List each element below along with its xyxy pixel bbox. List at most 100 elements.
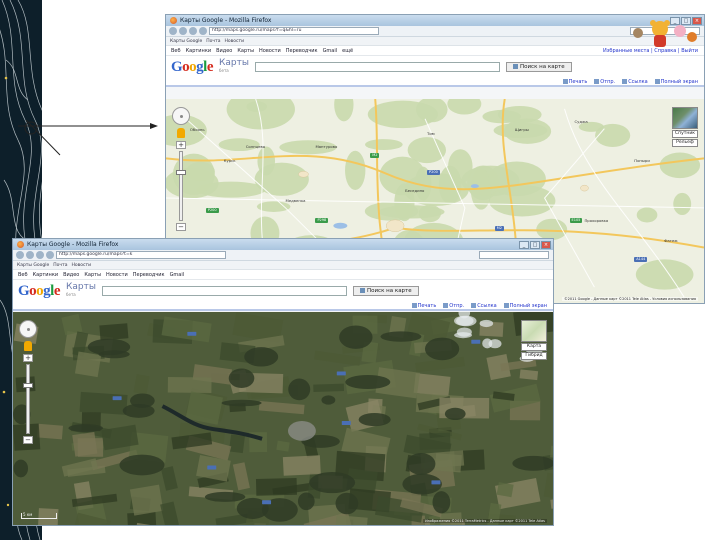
bookmark-item[interactable]: Почта [206, 39, 220, 44]
link-link[interactable]: Ссылка [622, 78, 648, 85]
reload-icon[interactable] [189, 27, 197, 35]
send-link[interactable]: Отпр. [594, 78, 615, 85]
menu-item[interactable]: Gmail [170, 272, 185, 278]
town-area [580, 184, 589, 192]
map-place-label: Фатеж [664, 237, 678, 243]
google-logo[interactable]: Google [18, 283, 61, 300]
menu-item[interactable]: Новости [106, 272, 128, 278]
bookmark-item[interactable]: Новости [224, 39, 244, 44]
fullscreen-link[interactable]: Полный экран [654, 78, 698, 85]
satellite-thumbnail[interactable] [672, 107, 698, 129]
bookmark-item[interactable]: Карты Google [170, 39, 202, 44]
zoom-slider-knob[interactable] [23, 383, 33, 388]
zoom-slider-knob[interactable] [176, 170, 186, 175]
field-patch [99, 323, 129, 341]
bookmark-item[interactable]: Почта [53, 263, 67, 268]
satellite-tiles [13, 312, 553, 525]
fullscreen-link[interactable]: Полный экран [503, 302, 547, 309]
forest-area [87, 338, 131, 356]
map-copyright[interactable]: Изображения ©2011 TerraMetrics - Данные … [423, 519, 547, 523]
close-button[interactable]: × [541, 240, 551, 249]
forest-area [407, 137, 447, 164]
menu-item[interactable]: Картинки [33, 272, 59, 278]
bookmark-item[interactable]: Новости [71, 263, 91, 268]
menu-item[interactable]: Картинки [186, 48, 212, 54]
field-patch [519, 369, 539, 381]
road-shield [112, 396, 122, 401]
bookmark-item[interactable]: Карты Google [17, 263, 49, 268]
print-link[interactable]: Печать [411, 302, 436, 309]
forward-icon[interactable] [179, 27, 187, 35]
pan-control[interactable] [172, 107, 190, 125]
zoom-in-button[interactable]: + [176, 141, 186, 149]
home-icon[interactable] [46, 251, 54, 259]
pegman-icon[interactable] [24, 341, 32, 351]
map-type-map-button[interactable]: Карта [521, 343, 547, 351]
print-icon [562, 78, 568, 84]
home-icon[interactable] [199, 27, 207, 35]
map-actions-bar: Печать Отпр. Ссылка Полный экран [13, 302, 553, 311]
pan-control[interactable] [19, 320, 37, 338]
field-patch [496, 482, 514, 498]
zoom-out-button[interactable]: − [176, 223, 186, 231]
reload-icon[interactable] [36, 251, 44, 259]
link-link[interactable]: Ссылка [471, 302, 497, 309]
menu-item[interactable]: Карты [237, 48, 254, 54]
map-type-terrain-button[interactable]: Рельеф [672, 139, 698, 147]
address-bar[interactable]: http://maps.google.ru/maps?f=q&hl=ru [209, 27, 379, 35]
menu-item[interactable]: Переводчик [133, 272, 165, 278]
map-copyright[interactable]: ©2011 Google - Данные карт ©2011 Tele At… [562, 297, 698, 301]
map-type-satellite-button[interactable]: Спутник [672, 130, 698, 138]
menu-item[interactable]: Видео [63, 272, 79, 278]
menu-item[interactable]: Карты [84, 272, 101, 278]
field-patch [72, 432, 98, 457]
road-shield: P298 [315, 217, 329, 223]
menu-item[interactable]: Видео [216, 48, 232, 54]
search-maps-button[interactable]: Поиск на карте [352, 286, 419, 296]
send-link[interactable]: Отпр. [443, 302, 464, 309]
menu-item[interactable]: Новости [259, 48, 281, 54]
map-type-hybrid-button[interactable]: Гибрид [521, 352, 547, 360]
link-icon [471, 302, 477, 308]
menu-item[interactable]: Gmail [323, 48, 338, 54]
field-patch [167, 376, 212, 393]
forest-area [512, 455, 553, 471]
browser-search-input[interactable] [479, 251, 549, 259]
address-bar[interactable]: http://maps.google.ru/maps?t=k [56, 251, 226, 259]
search-maps-button[interactable]: Поиск на карте [505, 62, 572, 72]
menu-item[interactable]: Веб [18, 272, 28, 278]
back-icon[interactable] [169, 27, 177, 35]
maximize-button[interactable]: □ [530, 240, 540, 249]
field-patch [419, 432, 451, 450]
menu-item[interactable]: Переводчик [286, 48, 318, 54]
zoom-in-button[interactable]: + [23, 354, 33, 362]
zoom-slider[interactable] [176, 151, 186, 221]
print-link[interactable]: Печать [562, 78, 587, 85]
search-icon [359, 288, 365, 293]
menu-item[interactable]: ещё [342, 48, 353, 54]
pegman-icon[interactable] [177, 128, 185, 138]
zoom-out-button[interactable]: − [23, 436, 33, 444]
forest-area [288, 378, 311, 401]
map-actions-bar: Печать Отпр. Ссылка Полный экран [166, 78, 704, 87]
map-type-control: Карта Гибрид [521, 320, 547, 360]
theme-decoration [633, 20, 697, 47]
minimize-button[interactable]: _ [519, 240, 529, 249]
road-shield [471, 339, 481, 344]
zoom-slider[interactable] [23, 364, 33, 434]
forward-icon[interactable] [26, 251, 34, 259]
mail-icon [443, 302, 449, 308]
google-logo[interactable]: Google [171, 59, 214, 76]
field-patch [129, 484, 164, 516]
navigation-toolbar: http://maps.google.ru/maps?t=k [13, 250, 553, 261]
satellite-canvas[interactable]: + − Карта Гибрид 5 км Изображения ©2011 … [13, 312, 553, 525]
map-thumbnail[interactable] [521, 320, 547, 342]
presentation-slide: Карты Google - Mozilla Firefox _ □ × htt… [0, 0, 720, 540]
field-patch [79, 391, 128, 415]
water-body [333, 222, 348, 229]
back-icon[interactable] [16, 251, 24, 259]
menu-item[interactable]: Веб [171, 48, 181, 54]
maps-search-input[interactable] [254, 62, 500, 72]
maps-search-input[interactable] [101, 286, 347, 296]
town-area [298, 171, 309, 178]
